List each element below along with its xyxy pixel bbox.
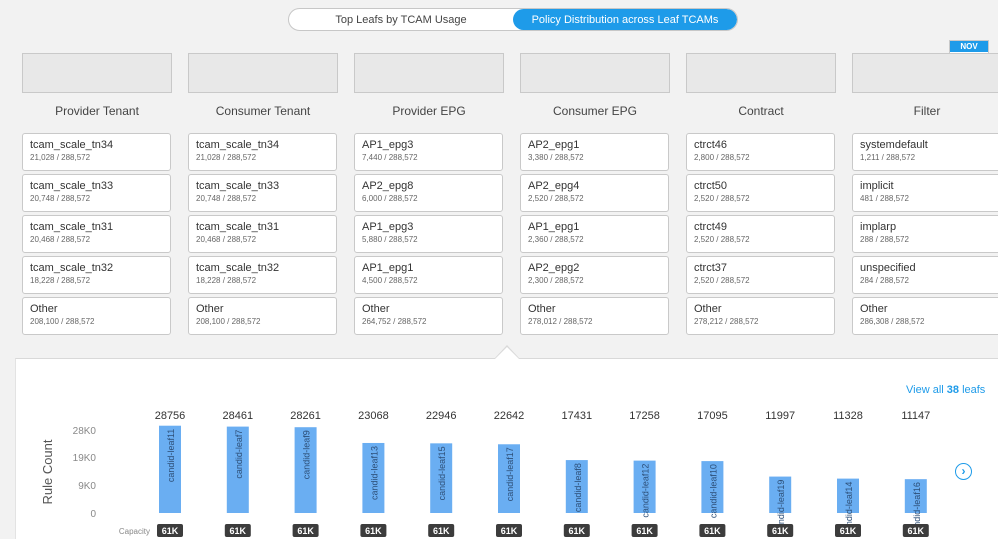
bar-category-label: candid-leaf10 [708,464,718,518]
chevron-right-circle-icon[interactable]: › [955,463,972,480]
bar-category-label: candid-leaf7 [234,430,244,479]
capacity-badge-label: 61K [162,526,179,536]
bar-value-label: 17095 [697,410,728,422]
capacity-badge-label: 61K [433,526,450,536]
y-tick-label: 28K0 [73,426,97,437]
bar-value-label: 28261 [290,410,321,422]
bar-value-label: 11328 [833,410,863,422]
capacity-badge-label: 61K [772,526,789,536]
bar-value-label: 11147 [901,410,930,422]
bar-value-label: 11997 [765,410,795,422]
bar-category-label: candid-leaf17 [505,447,515,501]
bar-category-label: candid-leaf9 [302,430,312,479]
capacity-badge-label: 61K [908,526,925,536]
capacity-badge-label: 61K [840,526,857,536]
capacity-label: Capacity [119,527,150,536]
bar-value-label: 28756 [155,410,186,422]
capacity-badge-label: 61K [297,526,314,536]
y-axis-label: Rule Count [40,439,55,504]
capacity-badge-label: 61K [569,526,586,536]
capacity-badge-label: 61K [501,526,518,536]
bar-value-label: 22642 [494,410,525,422]
bar-value-label: 17258 [629,410,660,422]
capacity-badge-label: 61K [636,526,653,536]
capacity-badge-label: 61K [230,526,247,536]
bar-value-label: 23068 [358,410,389,422]
bar-category-label: candid-leaf8 [573,463,583,512]
capacity-badge-label: 61K [365,526,382,536]
bar-value-label: 22946 [426,410,457,422]
bar-category-label: candid-leaf15 [437,446,447,500]
bar-category-label: candid-leaf13 [369,446,379,500]
y-tick-label: 9K0 [78,481,96,492]
bar-category-label: candid-leaf11 [166,429,176,482]
y-tick-label: 0 [90,509,96,520]
y-tick-label: 19K0 [73,453,97,464]
leaf-rule-count-chart: Rule Count 28K0 19K0 9K0 0 Capacity 28756 candi… [40,410,930,537]
bar-value-label: 17431 [562,410,593,422]
capacity-badge-label: 61K [704,526,721,536]
bar-value-label: 28461 [223,410,254,422]
bar-category-label: candid-leaf12 [641,464,651,518]
